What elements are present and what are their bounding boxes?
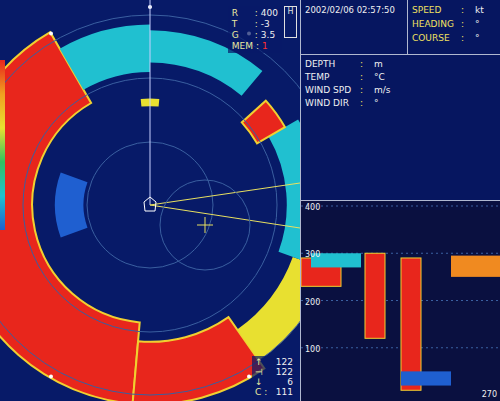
- readout-value: 111: [275, 387, 293, 397]
- readout-value: 6: [275, 377, 293, 387]
- echogram-echo: [365, 253, 385, 338]
- readout: T:-3: [232, 19, 278, 29]
- env-label: WIND SPD: [305, 85, 357, 96]
- sonar-echo: [242, 101, 285, 144]
- readout-value: 400: [261, 8, 278, 18]
- sonar-echo: [0, 32, 140, 401]
- bottom-readout: ↑ 122: [255, 357, 293, 367]
- readout: MEM:1: [232, 41, 278, 51]
- info-top: 2002/02/06 02:57:50SPEED:ktHEADING:°COUR…: [301, 0, 500, 55]
- readout-sep: :: [255, 19, 258, 29]
- nav-sep: :: [461, 5, 464, 16]
- beam-line: [150, 205, 300, 228]
- echogram-echo: [401, 371, 451, 385]
- tick-label: 200: [305, 298, 320, 307]
- heading-box: H: [284, 6, 297, 38]
- bottom-readout: ⊣ 122: [255, 367, 293, 377]
- env-unit: m/s: [374, 85, 391, 96]
- tick-label: 100: [305, 345, 320, 354]
- env-unit: °: [374, 98, 379, 109]
- nav-label: COURSE: [412, 33, 458, 44]
- info-panel: 2002/02/06 02:57:50SPEED:ktHEADING:°COUR…: [301, 0, 500, 200]
- sonar-readouts: R:400T:-3G:3.5MEM:1: [228, 6, 282, 53]
- vessel-icon: [144, 197, 156, 211]
- bearing-dot: [247, 375, 251, 379]
- readout-sep: :: [256, 41, 259, 51]
- readout-sep: :: [255, 30, 258, 40]
- env-sep: :: [360, 85, 363, 96]
- env-sep: :: [360, 98, 363, 109]
- color-scale: [0, 60, 5, 230]
- tick-label: 300: [305, 250, 320, 259]
- nav-unit: °: [475, 33, 480, 44]
- readout-symbol: ↑: [255, 357, 271, 367]
- env-unit: °C: [374, 72, 385, 83]
- echogram-echo: [451, 256, 500, 277]
- sonar-scope: [0, 0, 300, 401]
- corner-label: 270: [482, 390, 497, 399]
- nav-list: SPEED: kt HEADING: ° COURSE: °: [408, 0, 500, 54]
- nav-sep: :: [461, 19, 464, 30]
- readout: R:400: [232, 8, 278, 18]
- env-sep: :: [360, 72, 363, 83]
- cursor-cross-icon[interactable]: [197, 217, 213, 233]
- sonar-echo: [237, 257, 300, 361]
- side-panel: 2002/02/06 02:57:50SPEED:ktHEADING:°COUR…: [300, 0, 500, 401]
- env-row: DEPTH: m: [305, 59, 496, 70]
- datetime: 2002/02/06 02:57:50: [301, 0, 408, 54]
- readout-value: 122: [275, 357, 293, 367]
- readout-sep: :: [255, 8, 258, 18]
- readout: G:3.5: [232, 30, 278, 40]
- echogram: 400 300 200 100 270: [301, 200, 500, 401]
- env-unit: m: [374, 59, 383, 70]
- echogram-chart: 400 300 200 100 270: [301, 201, 500, 401]
- readout-value: -3: [261, 19, 270, 29]
- env-list: DEPTH: m TEMP: °C WIND SPD: m/s WIND DIR: °: [301, 55, 500, 113]
- env-row: WIND SPD: m/s: [305, 85, 496, 96]
- sonar-screen: R:400T:-3G:3.5MEM:1H↑122⊣122↓6C :1112002…: [0, 0, 500, 401]
- env-row: WIND DIR: °: [305, 98, 496, 109]
- heading-line: [150, 0, 151, 205]
- grid-line: [301, 206, 500, 207]
- bearing-dot: [49, 32, 53, 36]
- nav-unit: kt: [475, 5, 484, 16]
- readout-value: 1: [262, 41, 268, 51]
- nav-row: COURSE: °: [412, 33, 496, 44]
- sonar-echo: [269, 120, 301, 264]
- sonar-echo: [55, 173, 88, 238]
- readout-symbol: ⊣: [255, 367, 271, 377]
- readout-value: 3.5: [261, 30, 275, 40]
- nav-label: SPEED: [412, 5, 458, 16]
- readout-symbol: C :: [255, 387, 271, 397]
- env-label: WIND DIR: [305, 98, 357, 109]
- env-label: TEMP: [305, 72, 357, 83]
- target-circle[interactable]: [160, 180, 250, 270]
- env-sep: :: [360, 59, 363, 70]
- echogram-echo: [401, 258, 421, 390]
- readout-label: R: [232, 8, 252, 18]
- readout-label: G: [232, 30, 252, 40]
- bottom-readout: ↓6: [255, 377, 293, 387]
- env-row: TEMP: °C: [305, 72, 496, 83]
- nav-sep: :: [461, 33, 464, 44]
- readout-label: T: [232, 19, 252, 29]
- nav-row: HEADING: °: [412, 19, 496, 30]
- sonar-panel: R:400T:-3G:3.5MEM:1H↑122⊣122↓6C :111: [0, 0, 300, 401]
- env-label: DEPTH: [305, 59, 357, 70]
- readout-value: 122: [275, 367, 293, 377]
- nav-row: SPEED: kt: [412, 5, 496, 16]
- nav-label: HEADING: [412, 19, 458, 30]
- sonar-echo: [60, 25, 150, 90]
- bottom-readouts: ↑122⊣122↓6C :111: [252, 356, 296, 398]
- bearing-dot: [49, 375, 53, 379]
- tick-label: 400: [305, 203, 320, 212]
- bottom-readout: C : 111: [255, 387, 293, 397]
- nav-unit: °: [475, 19, 480, 30]
- readout-symbol: ↓: [255, 377, 271, 387]
- readout-label: MEM: [232, 41, 253, 51]
